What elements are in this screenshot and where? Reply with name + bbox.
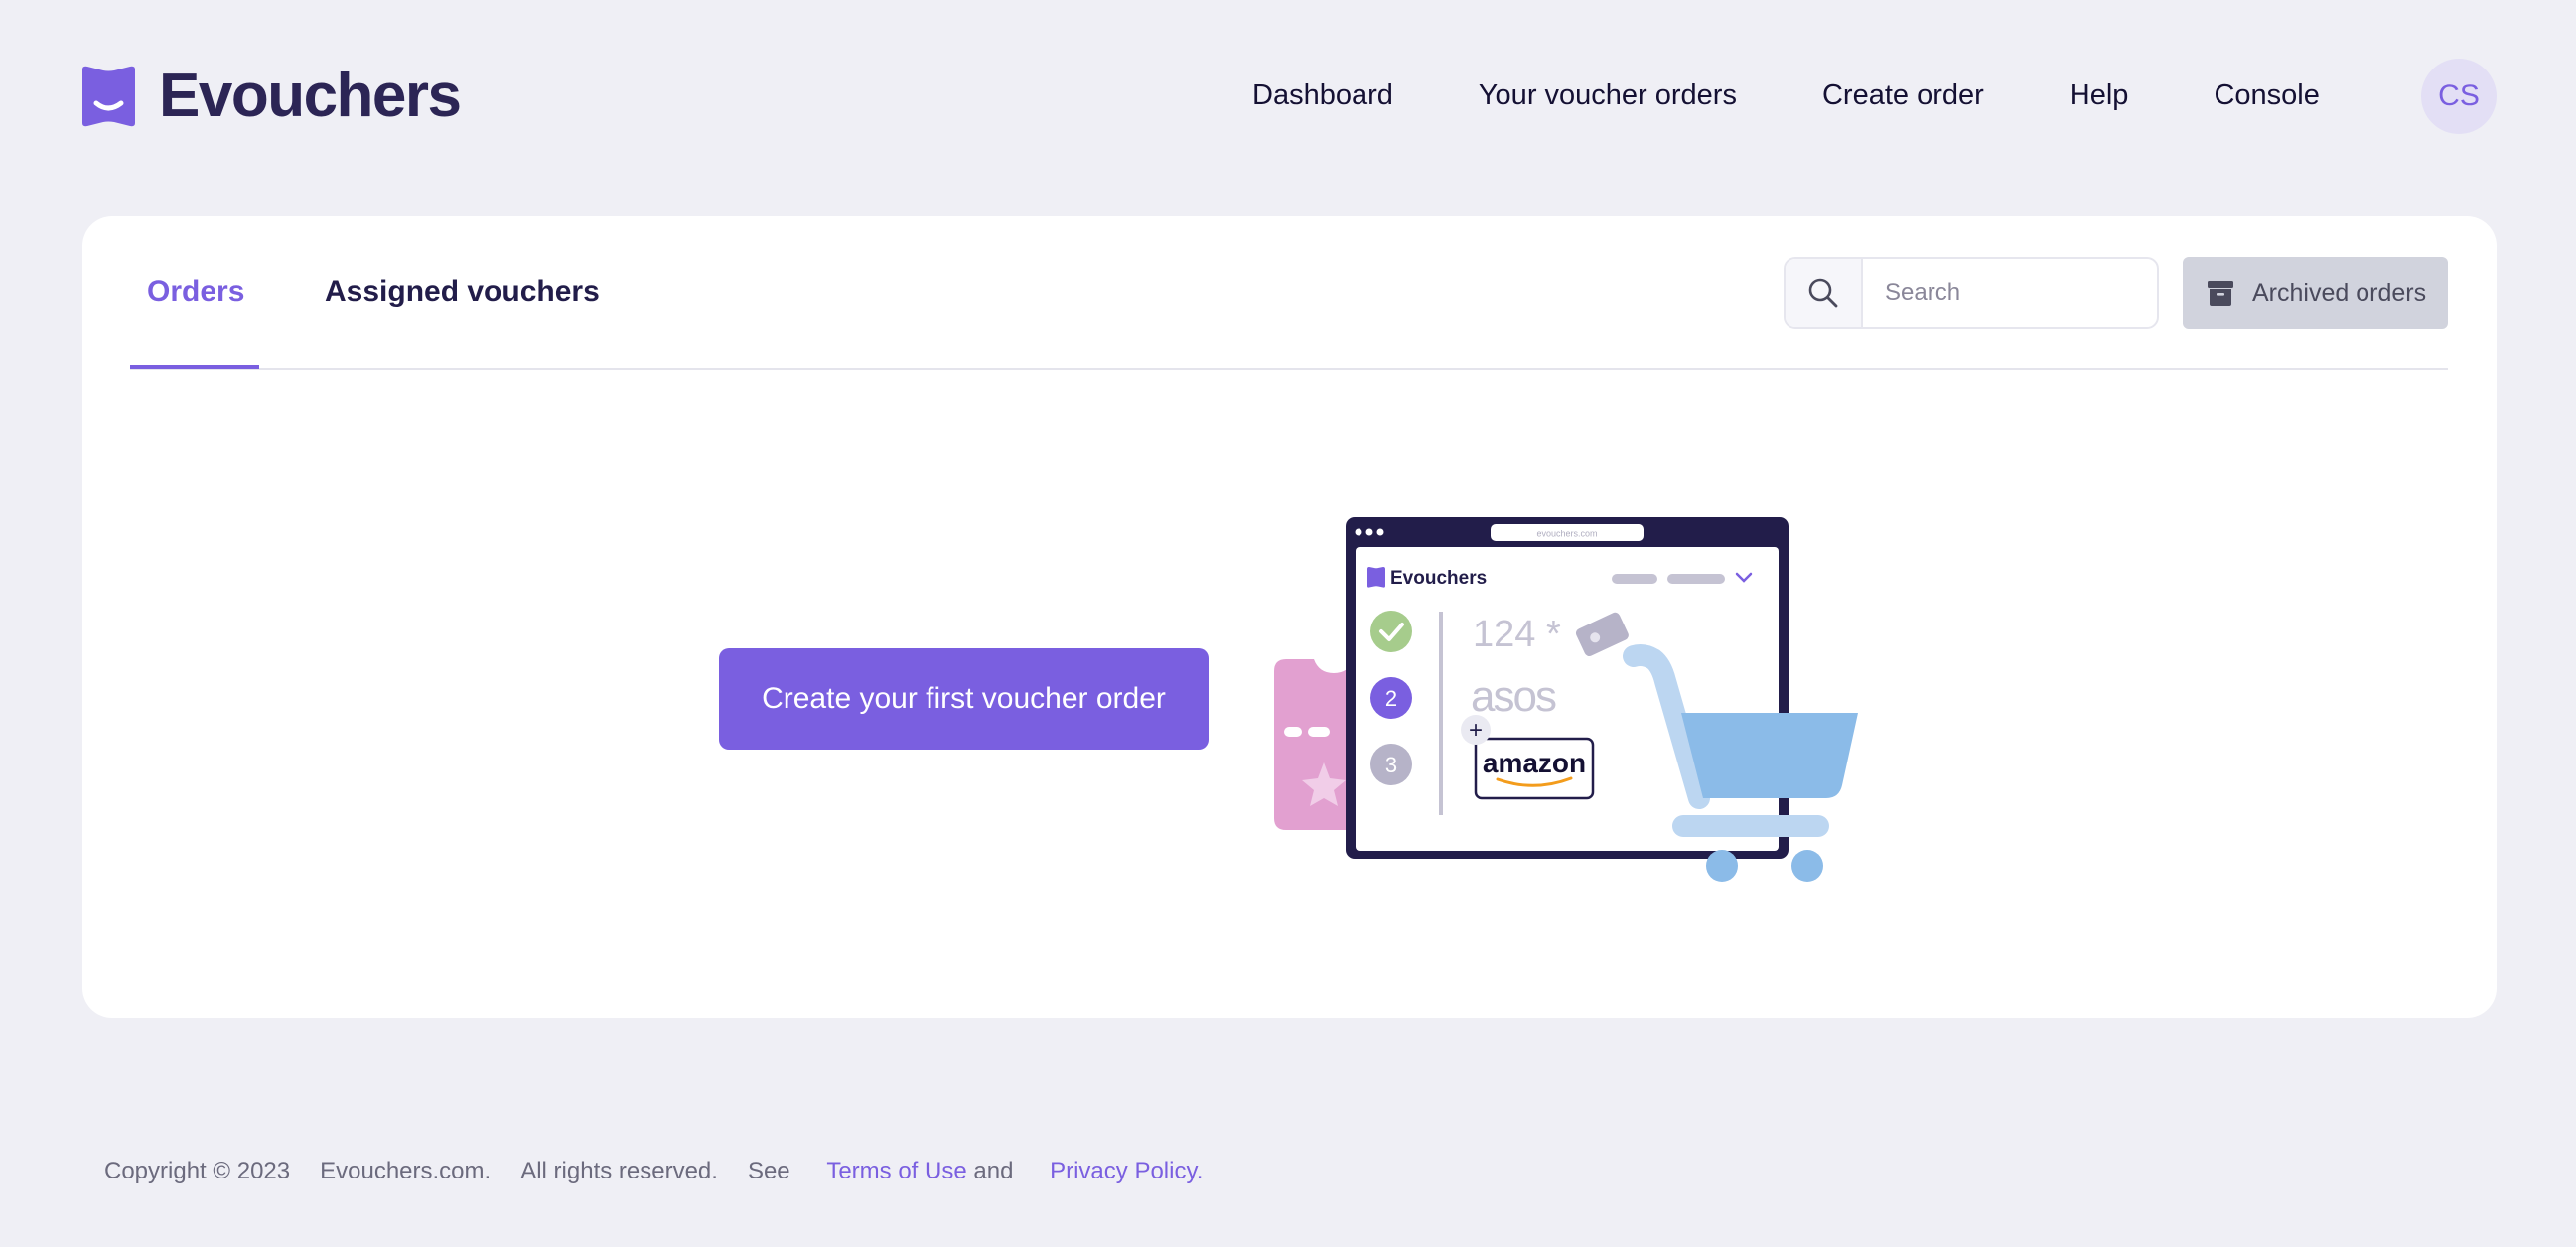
asos-logo: asos [1471,672,1556,721]
footer-copyright: Copyright © 2023 [104,1158,291,1184]
privacy-policy-link[interactable]: Privacy Policy [1050,1158,1197,1184]
amount-text: 124 * [1473,614,1561,655]
search-box [1784,257,2159,329]
browser-url: evouchers.com [1536,529,1597,539]
footer: Copyright © 2023 Evouchers.com. All righ… [104,1158,1203,1185]
nav-help[interactable]: Help [2070,77,2129,113]
search-input[interactable] [1863,259,2151,327]
amazon-logo: amazon [1483,748,1586,778]
orders-card: Orders Assigned vouchers Archived orders… [82,216,2497,1018]
step-2-label: 2 [1385,686,1397,711]
logo-text: Evouchers [159,62,462,130]
footer-period: . [1196,1158,1204,1184]
plus-glyph: + [1469,717,1483,744]
nav-dashboard[interactable]: Dashboard [1252,77,1393,113]
nav-voucher-orders[interactable]: Your voucher orders [1479,77,1737,113]
avatar[interactable]: CS [2421,59,2497,134]
empty-state-illustration: evouchers.com Evouchers 2 3 124 * asos a… [1274,517,1858,882]
archive-icon [2208,281,2233,306]
archived-orders-label: Archived orders [2252,278,2427,307]
footer-and: and [973,1158,1014,1184]
logo-icon [82,66,135,127]
footer-links: See Terms of Use and Privacy Policy. [748,1158,1203,1185]
tab-assigned-vouchers[interactable]: Assigned vouchers [325,272,600,312]
search-icon[interactable] [1786,259,1863,327]
active-tab-indicator [130,365,259,369]
tab-orders[interactable]: Orders [147,272,244,312]
footer-see: See [747,1158,790,1184]
step-3-label: 3 [1385,753,1397,777]
illustration-brand: Evouchers [1390,568,1487,589]
browser-window-graphic: evouchers.com Evouchers 2 3 124 * asos a… [1346,517,1789,859]
create-first-order-button[interactable]: Create your first voucher order [719,648,1209,750]
main-nav: Dashboard Your voucher orders Create ord… [1252,77,2320,113]
terms-of-use-link[interactable]: Terms of Use [826,1158,966,1184]
header: Evouchers Dashboard Your voucher orders … [0,0,2576,199]
logo[interactable]: Evouchers [82,62,462,130]
nav-console[interactable]: Console [2214,77,2319,113]
voucher-ticket-graphic [1274,659,1354,830]
footer-site: Evouchers.com. [320,1158,492,1184]
footer-rights: All rights reserved. [520,1158,718,1184]
archived-orders-button[interactable]: Archived orders [2183,257,2448,329]
nav-create-order[interactable]: Create order [1822,77,1984,113]
